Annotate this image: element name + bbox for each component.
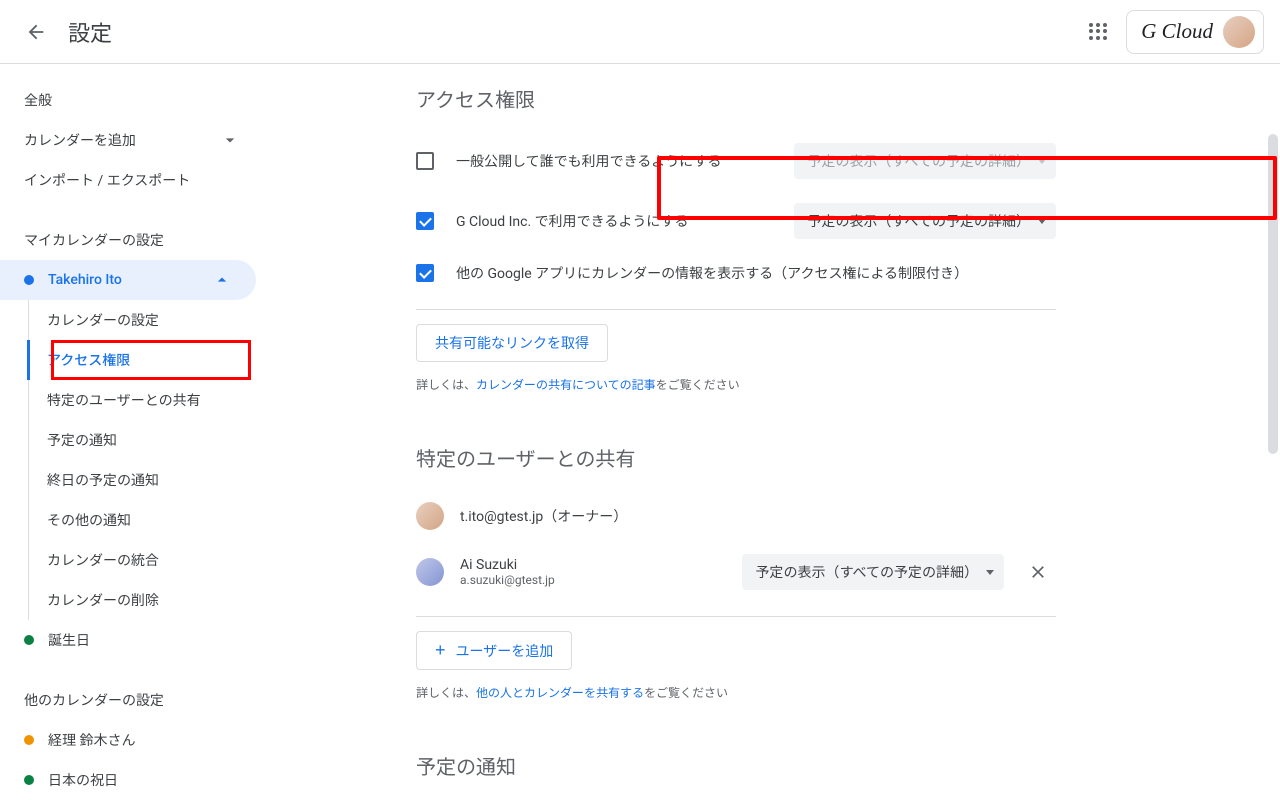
section-title-access: アクセス権限 — [416, 84, 1056, 113]
label-other-apps: 他の Google アプリにカレンダーの情報を表示する（アクセス権による制限付き… — [456, 263, 1056, 283]
apps-grid-icon — [1089, 23, 1107, 41]
sidebar-item-add-calendar[interactable]: カレンダーを追加 — [0, 120, 256, 160]
select-user-permission[interactable]: 予定の表示（すべての予定の詳細） — [742, 554, 1004, 590]
label-org: G Cloud Inc. で利用できるようにする — [456, 211, 794, 231]
user-email: a.suzuki@gtest.jp — [460, 573, 726, 587]
sidebar-calendar-birthday[interactable]: 誕生日 — [0, 620, 256, 660]
page-title: 設定 — [68, 16, 112, 48]
row-org-access: G Cloud Inc. で利用できるようにする 予定の表示（すべての予定の詳細… — [416, 191, 1056, 251]
settings-sidebar: 全般 カレンダーを追加 インポート / エクスポート マイカレンダーの設定 Ta… — [0, 64, 256, 800]
chevron-down-icon — [220, 130, 240, 150]
label-public: 一般公開して誰でも利用できるようにする — [456, 151, 794, 171]
sidebar-calendar-takehiro[interactable]: Takehiro Ito — [0, 260, 256, 300]
chevron-up-icon — [212, 270, 232, 290]
add-user-button[interactable]: + ユーザーを追加 — [416, 631, 572, 670]
calendar-color-dot — [24, 775, 34, 785]
user-avatar — [416, 502, 444, 530]
sub-item-allday-notif[interactable]: 終日の予定の通知 — [29, 460, 256, 500]
calendar-name: 経理 鈴木さん — [48, 730, 135, 750]
row-public-access: 一般公開して誰でも利用できるようにする 予定の表示（すべての予定の詳細） — [416, 131, 1056, 191]
scrollbar-track — [1268, 134, 1278, 800]
sidebar-calendar-other2[interactable]: 日本の祝日 — [0, 760, 256, 800]
dropdown-icon — [1038, 219, 1046, 224]
divider — [416, 309, 1056, 310]
sidebar-item-general[interactable]: 全般 — [0, 80, 256, 120]
select-org-visibility[interactable]: 予定の表示（すべての予定の詳細） — [794, 203, 1056, 239]
remove-user-button[interactable] — [1020, 554, 1056, 590]
row-other-apps: 他の Google アプリにカレンダーの情報を表示する（アクセス権による制限付き… — [416, 251, 1056, 295]
plus-icon: + — [435, 640, 446, 661]
select-public-visibility[interactable]: 予定の表示（すべての予定の詳細） — [794, 143, 1056, 179]
section-title-share: 特定のユーザーとの共有 — [416, 443, 1056, 472]
calendar-sub-list: カレンダーの設定 アクセス権限 特定のユーザーとの共有 予定の通知 終日の予定の… — [28, 300, 256, 620]
apps-launcher-button[interactable] — [1078, 12, 1118, 52]
user-row-shared: Ai Suzuki a.suzuki@gtest.jp 予定の表示（すべての予定… — [416, 542, 1056, 602]
sidebar-calendar-other1[interactable]: 経理 鈴木さん — [0, 720, 256, 760]
sidebar-item-import-export[interactable]: インポート / エクスポート — [0, 160, 256, 200]
button-label: ユーザーを追加 — [456, 641, 554, 661]
settings-header: 設定 G Cloud — [0, 0, 1280, 64]
sub-item-other-notif[interactable]: その他の通知 — [29, 500, 256, 540]
sub-item-event-notif[interactable]: 予定の通知 — [29, 420, 256, 460]
user-avatar — [416, 558, 444, 586]
dropdown-icon — [986, 570, 994, 575]
back-button[interactable] — [16, 12, 56, 52]
calendar-color-dot — [24, 635, 34, 645]
get-shareable-link-button[interactable]: 共有可能なリンクを取得 — [416, 324, 608, 362]
select-value: 予定の表示（すべての予定の詳細） — [808, 151, 1030, 171]
account-badge[interactable]: G Cloud — [1126, 10, 1264, 54]
user-email-owner: t.ito@gtest.jp（オーナー） — [460, 506, 1056, 526]
brand-name: G Cloud — [1141, 19, 1213, 44]
checkbox-org[interactable] — [416, 212, 434, 230]
arrow-left-icon — [25, 21, 47, 43]
sidebar-item-label: カレンダーを追加 — [24, 130, 136, 150]
scrollbar-thumb[interactable] — [1268, 134, 1278, 454]
user-row-owner: t.ito@gtest.jp（オーナー） — [416, 490, 1056, 542]
sub-item-access[interactable]: アクセス権限 — [27, 340, 256, 380]
help-link-share-others[interactable]: 他の人とカレンダーを共有する — [476, 686, 644, 700]
dropdown-icon — [1038, 159, 1046, 164]
calendar-color-dot — [24, 735, 34, 745]
help-text-share: 詳しくは、他の人とカレンダーを共有するをご覧ください — [416, 684, 1056, 701]
calendar-name: 日本の祝日 — [48, 770, 118, 790]
checkbox-public[interactable] — [416, 152, 434, 170]
calendar-color-dot — [24, 275, 34, 285]
calendar-name: 誕生日 — [48, 630, 90, 650]
select-value: 予定の表示（すべての予定の詳細） — [808, 211, 1030, 231]
sub-item-integration[interactable]: カレンダーの統合 — [29, 540, 256, 580]
close-icon — [1028, 562, 1048, 582]
help-text-access: 詳しくは、カレンダーの共有についての記事をご覧ください — [416, 376, 1056, 393]
select-value: 予定の表示（すべての予定の詳細） — [756, 562, 978, 582]
sub-item-specific-share[interactable]: 特定のユーザーとの共有 — [29, 380, 256, 420]
help-link-sharing[interactable]: カレンダーの共有についての記事 — [476, 378, 656, 392]
section-title-notif: 予定の通知 — [416, 751, 1056, 780]
divider — [416, 616, 1056, 617]
user-name: Ai Suzuki — [460, 557, 726, 573]
checkbox-other-apps[interactable] — [416, 264, 434, 282]
sub-item-calendar-settings[interactable]: カレンダーの設定 — [29, 300, 256, 340]
sidebar-section-my-calendars: マイカレンダーの設定 — [0, 220, 256, 260]
calendar-name: Takehiro Ito — [48, 272, 122, 288]
button-label: 共有可能なリンクを取得 — [435, 333, 589, 353]
sub-item-delete[interactable]: カレンダーの削除 — [29, 580, 256, 620]
content-scroll-area[interactable]: アクセス権限 一般公開して誰でも利用できるようにする 予定の表示（すべての予定の… — [256, 64, 1280, 800]
avatar — [1223, 16, 1255, 48]
sidebar-section-other-calendars: 他のカレンダーの設定 — [0, 680, 256, 720]
